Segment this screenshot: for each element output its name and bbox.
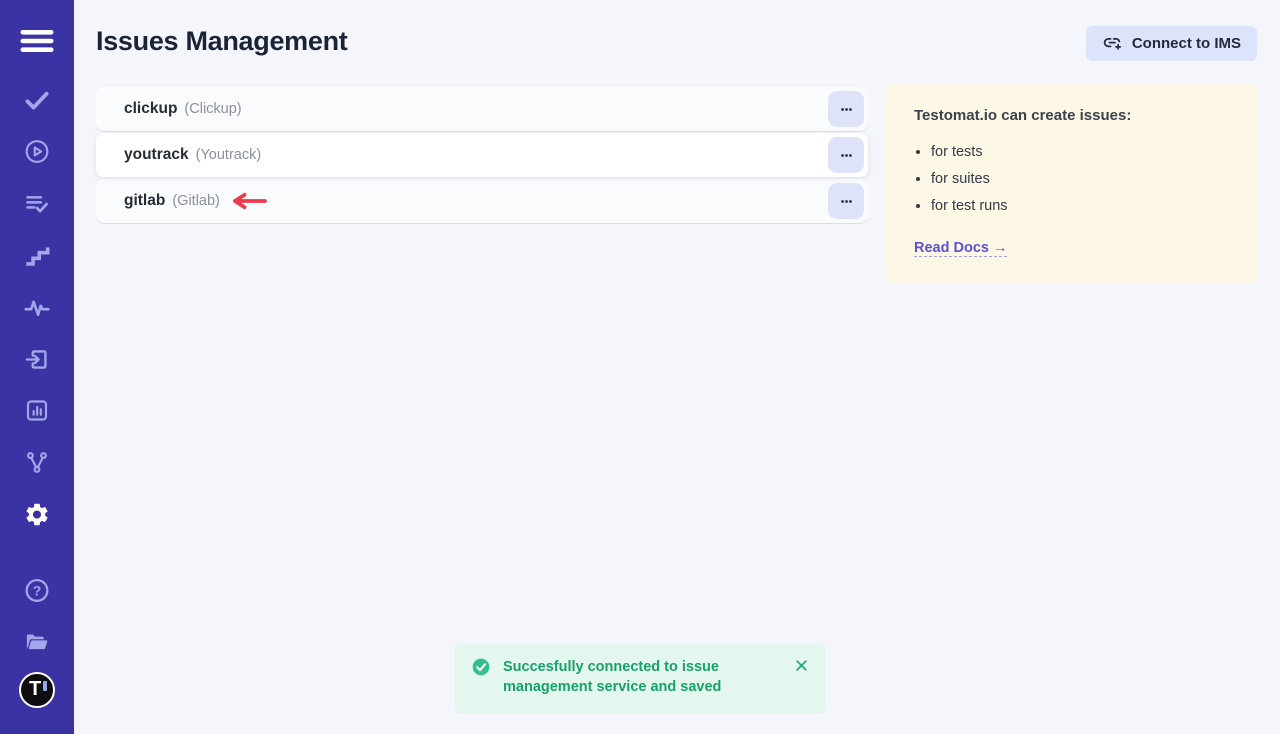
svg-text:?: ? bbox=[33, 582, 42, 598]
info-list: for tests for suites for test runs bbox=[914, 144, 1230, 214]
settings-gear-icon[interactable] bbox=[24, 501, 51, 528]
ims-name: gitlab bbox=[124, 192, 165, 210]
row-actions-button[interactable] bbox=[828, 137, 864, 173]
read-docs-link[interactable]: Read Docs → bbox=[914, 240, 1007, 257]
ims-row-gitlab[interactable]: gitlab (Gitlab) bbox=[96, 179, 868, 223]
success-toast: Succesfully connected to issue managemen… bbox=[455, 643, 825, 713]
logo-circle: T bbox=[19, 672, 55, 708]
row-actions-button[interactable] bbox=[828, 183, 864, 219]
link-plus-icon bbox=[1102, 33, 1123, 54]
logo-letter: T bbox=[29, 678, 41, 701]
ims-row-youtrack[interactable]: youtrack (Youtrack) bbox=[96, 133, 868, 177]
page-title: Issues Management bbox=[96, 26, 348, 57]
branches-icon[interactable] bbox=[24, 449, 51, 476]
run-play-icon[interactable] bbox=[24, 138, 51, 165]
reports-chart-icon[interactable] bbox=[24, 397, 51, 424]
row-actions-button[interactable] bbox=[828, 91, 864, 127]
info-list-item: for test runs bbox=[931, 198, 1230, 214]
info-panel: Testomat.io can create issues: for tests… bbox=[886, 84, 1258, 283]
ellipsis-icon bbox=[837, 192, 856, 211]
ims-row-clickup[interactable]: clickup (Clickup) bbox=[96, 87, 868, 131]
info-panel-title: Testomat.io can create issues: bbox=[914, 107, 1230, 124]
logo-accent-bar bbox=[43, 681, 47, 691]
connect-button-label: Connect to IMS bbox=[1132, 35, 1241, 52]
toast-close-button[interactable] bbox=[794, 658, 809, 673]
info-list-item: for suites bbox=[931, 171, 1230, 187]
ims-type: (Youtrack) bbox=[196, 147, 262, 163]
ellipsis-icon bbox=[837, 146, 856, 165]
import-icon[interactable] bbox=[24, 346, 51, 373]
ims-type: (Gitlab) bbox=[172, 193, 220, 209]
sidebar: ? T bbox=[0, 0, 74, 734]
info-list-item: for tests bbox=[931, 144, 1230, 160]
ims-name: clickup bbox=[124, 100, 177, 118]
projects-folder-icon[interactable] bbox=[23, 628, 52, 655]
toast-message: Succesfully connected to issue managemen… bbox=[503, 657, 765, 697]
connect-to-ims-button[interactable]: Connect to IMS bbox=[1086, 26, 1257, 61]
tests-check-icon[interactable] bbox=[24, 87, 51, 114]
ims-name: youtrack bbox=[124, 146, 189, 164]
testomatio-logo[interactable]: T bbox=[19, 672, 55, 708]
hamburger-menu-icon[interactable] bbox=[21, 29, 54, 53]
ims-list: clickup (Clickup) youtrack (Youtrack) gi… bbox=[96, 87, 868, 225]
red-arrow-annotation bbox=[230, 192, 268, 210]
help-icon[interactable]: ? bbox=[24, 577, 51, 604]
success-check-icon bbox=[471, 657, 491, 677]
test-plans-list-icon[interactable] bbox=[24, 190, 51, 217]
close-icon bbox=[794, 658, 809, 673]
pulse-analytics-icon[interactable] bbox=[24, 294, 51, 321]
steps-icon[interactable] bbox=[24, 242, 51, 269]
ims-type: (Clickup) bbox=[184, 101, 241, 117]
ellipsis-icon bbox=[837, 100, 856, 119]
